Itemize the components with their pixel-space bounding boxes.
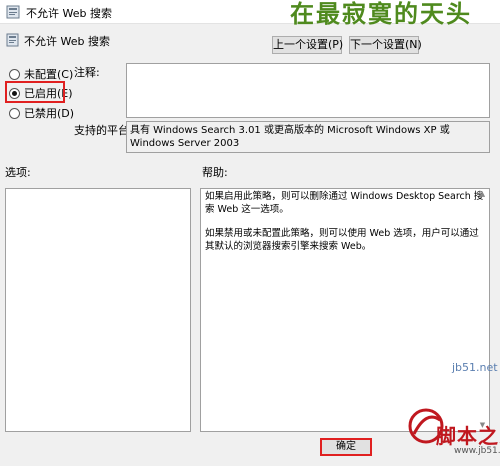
policy-icon: [6, 5, 20, 19]
options-label: 选项:: [5, 166, 31, 179]
watermark-site: www.jb51.net: [454, 446, 500, 456]
help-label: 帮助:: [202, 166, 228, 179]
radio-button-circle[interactable]: [9, 107, 20, 119]
scroll-up-arrow-icon[interactable]: ▲: [478, 190, 487, 199]
comment-field[interactable]: [126, 63, 490, 118]
options-pane[interactable]: [5, 188, 191, 432]
policy-icon: [6, 33, 19, 47]
radio-not-configured[interactable]: 未配置(C): [9, 67, 73, 81]
radio-disabled[interactable]: 已禁用(D): [9, 106, 74, 120]
platform-label: 支持的平台:: [74, 124, 133, 137]
radio-label: 已禁用(D): [24, 107, 75, 120]
highlight-box: [5, 81, 65, 103]
radio-label: 未配置(C): [24, 68, 74, 81]
platform-value: 具有 Windows Search 3.01 或更高版本的 Microsoft …: [126, 121, 490, 153]
setting-name: 不允许 Web 搜索: [24, 35, 110, 48]
help-paragraph: 如果禁用或未配置此策略，则可以使用 Web 选项，用户可以通过其默认的浏览器搜索…: [205, 228, 479, 252]
watermark-url: jb51.net: [452, 361, 498, 374]
help-pane[interactable]: 如果启用此策略，则可以删除通过 Windows Desktop Search 搜…: [200, 188, 490, 432]
ok-button[interactable]: 确定: [320, 438, 372, 456]
comment-label: 注释:: [74, 66, 100, 79]
radio-button-circle[interactable]: [9, 68, 20, 80]
help-paragraph: 如果启用此策略，则可以删除通过 Windows Desktop Search 搜…: [205, 191, 484, 215]
previous-setting-button[interactable]: 上一个设置(P): [272, 36, 343, 54]
next-setting-button[interactable]: 下一个设置(N): [349, 36, 422, 54]
window-title: 不允许 Web 搜索: [26, 7, 112, 20]
watermark-name: 脚本之家: [436, 424, 500, 448]
watermark-top: 在最寂寞的天头: [290, 0, 472, 28]
